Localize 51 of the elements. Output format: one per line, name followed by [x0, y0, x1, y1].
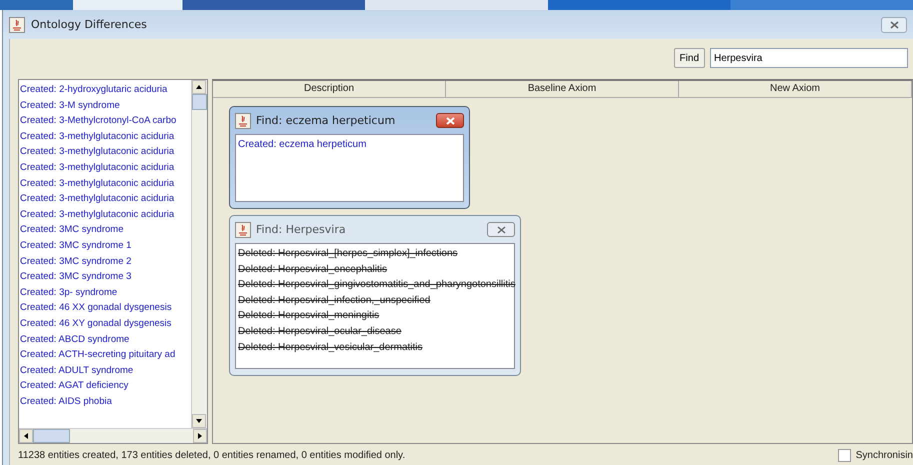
horizontal-scrollbar[interactable]	[19, 428, 207, 443]
search-field[interactable]: Herpesvira	[710, 48, 908, 68]
close-button[interactable]	[436, 113, 464, 128]
list-item[interactable]: Deleted: Herpesviral_ocular_disease	[237, 324, 514, 340]
column-header[interactable]: Description	[213, 81, 446, 97]
list-item[interactable]: Deleted: Herpesviral_infection,_unspecified	[237, 292, 514, 308]
list-item[interactable]: Deleted: Herpesviral_[herpes_simplex]_infections	[237, 246, 514, 262]
list-item[interactable]: Created: 3MC syndrome 2	[19, 254, 191, 270]
list-item[interactable]: Created: 3-methylglutaconic aciduria	[19, 128, 191, 144]
status-text: 11238 entities created, 173 entities deleted, 0 entities renamed, 0 entities modified only.	[18, 450, 406, 460]
checkbox-label[interactable]: Synchronisin	[856, 450, 913, 460]
list-item[interactable]: Created: 3-methylglutaconic aciduria	[19, 144, 191, 160]
dialog-title: Find: eczema herpeticum	[256, 114, 396, 127]
list-item[interactable]: Created: eczema herpeticum	[237, 137, 463, 153]
list-item[interactable]: Created: ABCD syndrome	[19, 332, 191, 348]
close-icon	[890, 20, 898, 28]
list-item[interactable]: Deleted: Herpesviral_meningitis	[237, 308, 514, 324]
app-icon	[9, 16, 25, 32]
list-item[interactable]: Created: 3MC syndrome	[19, 222, 191, 238]
window-title: Ontology Differences	[31, 18, 147, 31]
list-item[interactable]: Created: 3-methylglutaconic aciduria	[19, 160, 191, 176]
close-button[interactable]	[487, 222, 515, 237]
list-item[interactable]: Created: ACTH-secreting pituitary ad	[19, 347, 191, 363]
find-button[interactable]: Find	[674, 48, 705, 68]
list-item[interactable]: Created: 3-Methylcrotonyl-CoA carbo	[19, 113, 191, 129]
list-item[interactable]: Deleted: Herpesviral_encephalitis	[237, 262, 514, 278]
list-item[interactable]: Created: AGAT deficiency	[19, 378, 191, 394]
list-item[interactable]: Created: 3-methylglutaconic aciduria	[19, 191, 191, 207]
list-item[interactable]: Created: 46 XY gonadal dysgenesis	[19, 316, 191, 332]
close-icon	[496, 226, 506, 234]
list-item[interactable]: Created: 3-methylglutaconic aciduria	[19, 176, 191, 192]
list-item[interactable]: Created: 2-hydroxyglutaric aciduria	[19, 82, 191, 98]
app-icon	[235, 222, 251, 238]
dialog-title: Find: Herpesvira	[256, 223, 346, 236]
list-item[interactable]: Created: 3p- syndrome	[19, 284, 191, 300]
list-item[interactable]: Created: ADULT syndrome	[19, 362, 191, 378]
close-button[interactable]	[881, 16, 907, 32]
list-item[interactable]: Created: 46 XX gonadal dysgenesis	[19, 300, 191, 316]
list-item[interactable]: Created: 3-methylglutaconic aciduria	[19, 206, 191, 222]
list-item[interactable]: Created: AIDS phobia	[19, 394, 191, 410]
list-item[interactable]: Created: 3MC syndrome 1	[19, 238, 191, 254]
checkbox[interactable]	[838, 448, 851, 462]
close-icon	[446, 116, 454, 124]
vertical-scrollbar[interactable]	[191, 80, 207, 428]
column-header[interactable]: New Axiom	[679, 81, 912, 97]
list-item[interactable]: Created: 3MC syndrome 3	[19, 269, 191, 285]
app-icon	[235, 112, 251, 128]
list-item[interactable]: Created: 3-M syndrome	[19, 98, 191, 114]
column-header[interactable]: Baseline Axiom	[446, 81, 679, 97]
list-item[interactable]: Deleted: Herpesviral_gingivostomatitis_and_pharyngotonsillitis	[237, 277, 514, 293]
list-item[interactable]: Deleted: Herpesviral_vesicular_dermatitis	[237, 340, 514, 356]
